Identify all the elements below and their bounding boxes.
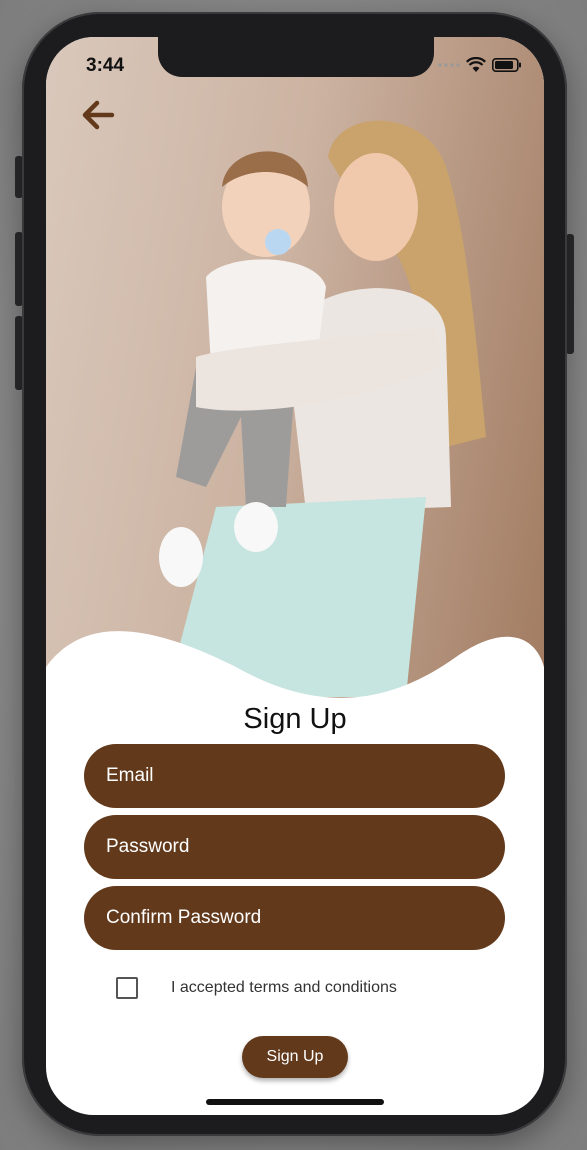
power-button xyxy=(566,234,574,354)
wifi-icon xyxy=(466,57,486,72)
hero-photo xyxy=(46,37,544,717)
device-stage: 3:44 Sign Up Email Password Confirm Pass… xyxy=(0,0,587,1150)
signup-button[interactable]: Sign Up xyxy=(242,1036,348,1078)
confirm-password-field[interactable]: Confirm Password xyxy=(84,886,505,950)
battery-icon xyxy=(492,58,521,72)
email-field[interactable]: Email xyxy=(84,744,505,808)
terms-row: I accepted terms and conditions xyxy=(116,977,397,999)
status-icons xyxy=(438,57,522,73)
signal-dots-icon xyxy=(438,63,460,67)
terms-checkbox[interactable] xyxy=(116,977,138,999)
password-field[interactable]: Password xyxy=(84,815,505,879)
woman-holding-baby-photo xyxy=(159,120,486,697)
device-notch xyxy=(158,37,434,77)
home-indicator xyxy=(206,1099,384,1105)
signup-form: Sign Up Email Password Confirm Password … xyxy=(46,697,544,1115)
back-button[interactable] xyxy=(78,95,118,135)
status-time: 3:44 xyxy=(86,55,125,76)
app-screen: 3:44 Sign Up Email Password Confirm Pass… xyxy=(46,37,544,1115)
terms-label: I accepted terms and conditions xyxy=(171,979,397,996)
arrow-left-icon xyxy=(82,100,115,130)
page-title: Sign Up xyxy=(243,703,347,735)
